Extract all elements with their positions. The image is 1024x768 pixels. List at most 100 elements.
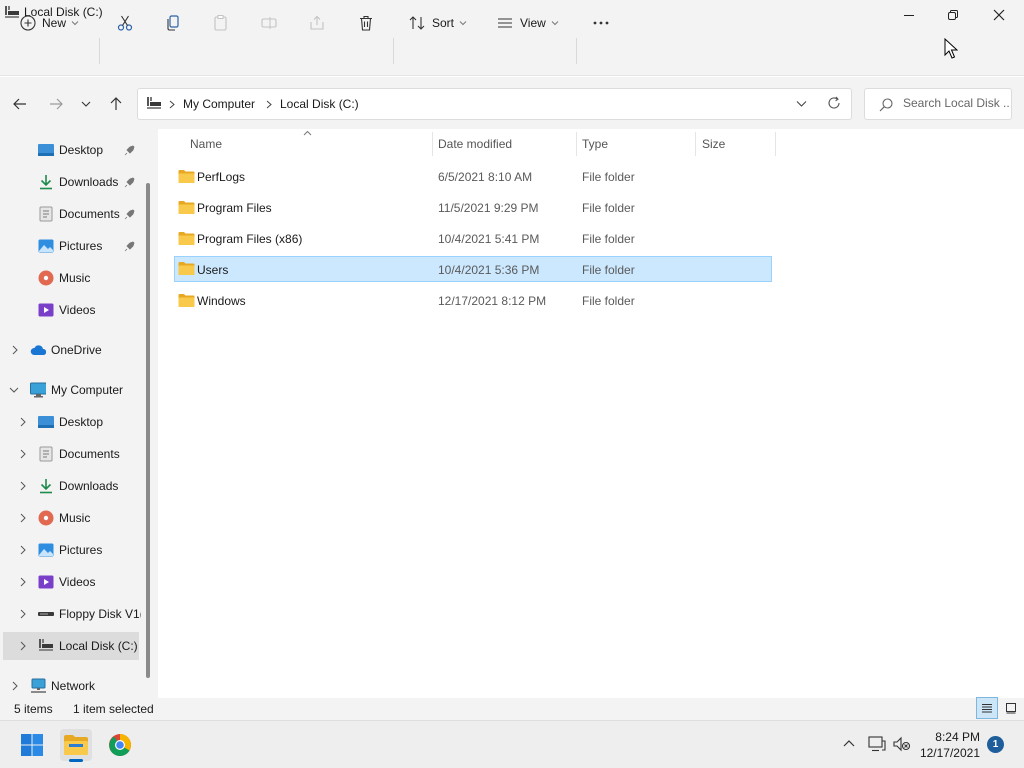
details-view-icon <box>982 704 992 713</box>
nav-item-music[interactable]: Music <box>0 264 140 292</box>
forward-button[interactable] <box>46 94 66 114</box>
nav-item-desktop[interactable]: Desktop <box>0 136 140 164</box>
nav-item-pc-pictures[interactable]: Pictures <box>0 536 140 564</box>
nav-item-videos[interactable]: Videos <box>0 296 140 324</box>
address-bar[interactable]: My Computer Local Disk (C:) <box>137 88 852 120</box>
clock-date[interactable]: 12/17/2021 <box>920 746 980 760</box>
pin-icon[interactable] <box>124 208 136 220</box>
pin-icon[interactable] <box>124 240 136 252</box>
drive-icon <box>4 5 20 19</box>
file-row[interactable]: PerfLogs 6/5/2021 8:10 AM File folder <box>174 164 772 190</box>
column-header-date[interactable]: Date modified <box>438 137 512 155</box>
chevron-right-icon[interactable] <box>18 481 28 491</box>
more-options-button[interactable] <box>592 8 610 38</box>
new-button[interactable]: New <box>20 8 79 38</box>
cloud-icon <box>30 345 46 355</box>
details-view-button[interactable] <box>976 697 998 719</box>
recent-locations-button[interactable] <box>76 94 96 114</box>
chevron-right-icon[interactable] <box>18 449 28 459</box>
folder-icon <box>178 201 195 214</box>
notification-badge[interactable]: 1 <box>987 736 1004 753</box>
taskbar-file-explorer[interactable] <box>60 729 92 762</box>
chevron-right-icon <box>169 100 175 109</box>
navigation-scrollbar[interactable] <box>146 183 150 678</box>
start-button[interactable] <box>16 729 48 761</box>
chevron-right-icon[interactable] <box>10 345 20 355</box>
desktop-icon <box>38 144 54 156</box>
chevron-right-icon[interactable] <box>10 681 20 691</box>
nav-item-network[interactable]: Network <box>0 672 140 700</box>
back-button[interactable] <box>10 94 30 114</box>
file-date: 6/5/2021 8:10 AM <box>438 170 533 184</box>
chevron-up-icon[interactable] <box>843 739 855 747</box>
nav-item-local-disk[interactable]: Local Disk (C:) <box>3 632 139 660</box>
taskbar-chrome[interactable] <box>104 729 136 761</box>
share-button[interactable] <box>308 8 326 38</box>
clock-time[interactable]: 8:24 PM <box>935 730 980 744</box>
chevron-right-icon[interactable] <box>18 513 28 523</box>
chevron-down-icon <box>71 21 79 26</box>
column-header-type[interactable]: Type <box>582 137 608 155</box>
nav-item-documents[interactable]: Documents <box>0 200 140 228</box>
column-divider[interactable] <box>432 132 433 156</box>
selection-count: 1 item selected <box>73 702 154 716</box>
refresh-icon[interactable] <box>827 96 841 110</box>
chevron-down-icon[interactable] <box>9 385 19 395</box>
file-type: File folder <box>582 232 635 246</box>
breadcrumb-local-disk[interactable]: Local Disk (C:) <box>280 97 359 111</box>
cut-button[interactable] <box>116 8 134 38</box>
chevron-down-icon[interactable] <box>796 100 807 108</box>
nav-item-onedrive[interactable]: OneDrive <box>0 336 140 364</box>
file-row-selected[interactable]: Users 10/4/2021 5:36 PM File folder <box>174 256 772 282</box>
view-icon <box>498 18 512 28</box>
breadcrumb-my-computer[interactable]: My Computer <box>183 97 255 111</box>
volume-muted-icon[interactable] <box>893 736 911 752</box>
view-button[interactable]: View <box>496 8 559 38</box>
item-count: 5 items <box>14 702 53 716</box>
share-icon <box>310 15 324 30</box>
delete-button[interactable] <box>357 8 375 38</box>
nav-item-pc-documents[interactable]: Documents <box>0 440 140 468</box>
nav-item-pc-videos[interactable]: Videos <box>0 568 140 596</box>
search-input[interactable] <box>903 96 1009 110</box>
download-icon <box>40 479 52 494</box>
file-row[interactable]: Windows 12/17/2021 8:12 PM File folder <box>174 288 772 314</box>
pin-icon[interactable] <box>124 144 136 156</box>
column-header-name[interactable]: Name <box>190 137 222 155</box>
chevron-right-icon[interactable] <box>18 417 28 427</box>
search-box[interactable] <box>864 88 1012 120</box>
up-button[interactable] <box>106 94 126 114</box>
nav-item-my-computer[interactable]: My Computer <box>0 376 140 404</box>
tiles-view-button[interactable] <box>1000 697 1022 719</box>
minimize-button[interactable] <box>886 0 932 30</box>
restore-button[interactable] <box>930 0 976 30</box>
copy-button[interactable] <box>164 8 182 38</box>
chevron-right-icon[interactable] <box>18 545 28 555</box>
chevron-right-icon[interactable] <box>18 641 28 651</box>
chevron-right-icon[interactable] <box>18 577 28 587</box>
chevron-down-icon <box>81 101 91 107</box>
nav-item-label: Downloads <box>59 175 119 189</box>
file-row[interactable]: Program Files (x86) 10/4/2021 5:41 PM Fi… <box>174 226 772 252</box>
column-header-size[interactable]: Size <box>702 137 725 155</box>
pin-icon[interactable] <box>124 176 136 188</box>
restore-icon <box>948 10 958 20</box>
sort-button[interactable]: Sort <box>408 8 467 38</box>
nav-item-label: Videos <box>59 303 96 317</box>
column-divider[interactable] <box>576 132 577 156</box>
column-divider[interactable] <box>775 132 776 156</box>
nav-item-pc-music[interactable]: Music <box>0 504 140 532</box>
rename-button[interactable] <box>260 8 278 38</box>
nav-item-pictures[interactable]: Pictures <box>0 232 140 260</box>
sort-icon <box>409 16 425 30</box>
network-status-icon[interactable] <box>868 736 886 752</box>
paste-button[interactable] <box>212 8 230 38</box>
nav-item-pc-desktop[interactable]: Desktop <box>0 408 140 436</box>
close-button[interactable] <box>976 0 1022 30</box>
chevron-right-icon[interactable] <box>18 609 28 619</box>
nav-item-floppy[interactable]: Floppy Disk V1( <box>0 600 141 628</box>
file-row[interactable]: Program Files 11/5/2021 9:29 PM File fol… <box>174 195 772 221</box>
nav-item-pc-downloads[interactable]: Downloads <box>0 472 140 500</box>
nav-item-downloads[interactable]: Downloads <box>0 168 140 196</box>
column-divider[interactable] <box>695 132 696 156</box>
